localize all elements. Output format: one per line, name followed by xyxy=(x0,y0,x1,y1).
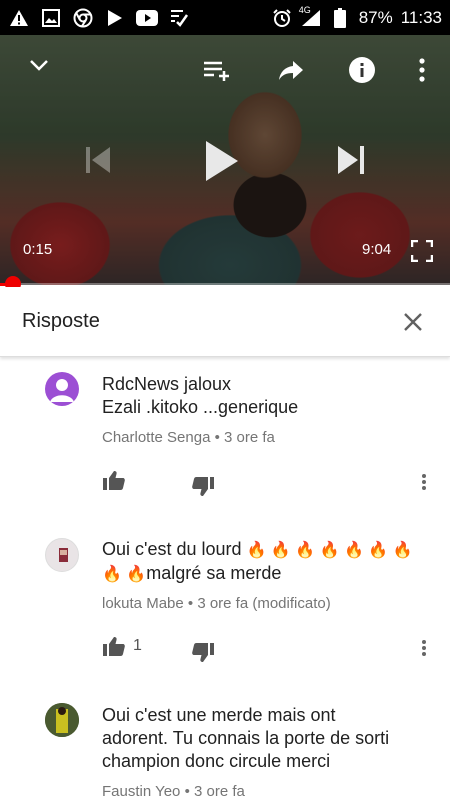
progress-track[interactable] xyxy=(0,283,450,286)
comment-meta: Faustin Yeo • 3 ore fa xyxy=(102,783,245,800)
dislike-icon[interactable] xyxy=(192,477,214,497)
battery-level: 87% xyxy=(358,7,393,27)
comment-meta: lokuta Mabe • 3 ore fa (modificato) xyxy=(102,595,331,612)
comment-time: 3 ore fa xyxy=(224,429,275,446)
comment-author[interactable]: Charlotte Senga xyxy=(102,429,210,446)
warning-icon xyxy=(8,8,30,28)
image-icon xyxy=(40,8,62,28)
comment-time: 3 ore fa xyxy=(194,783,245,800)
comment-more-icon[interactable] xyxy=(418,636,430,660)
comment-time: 3 ore fa (modificato) xyxy=(197,595,331,612)
next-icon[interactable] xyxy=(334,140,368,180)
comment-text: Oui c'est une merde mais ont adorent. Tu… xyxy=(102,705,390,771)
play-store-icon xyxy=(104,8,126,28)
current-time: 0:15 xyxy=(23,241,53,258)
network-type: 4G xyxy=(298,4,311,15)
avatar[interactable] xyxy=(45,703,79,737)
chrome-icon xyxy=(72,8,94,28)
comment-author[interactable]: lokuta Mabe xyxy=(102,595,184,612)
alarm-icon xyxy=(271,8,293,28)
dislike-icon[interactable] xyxy=(192,643,214,663)
like-icon[interactable] xyxy=(103,636,125,656)
check-list-icon xyxy=(168,8,190,28)
replies-header: Risposte xyxy=(0,287,450,357)
comment-meta: Charlotte Senga • 3 ore fa xyxy=(102,429,275,446)
avatar[interactable] xyxy=(45,538,79,572)
clock: 11:33 xyxy=(400,7,442,27)
fire-emoji-icon: 🔥 🔥 🔥 🔥 🔥 🔥 🔥 xyxy=(246,542,413,559)
comment-text: Oui c'est du lourd 🔥 🔥 🔥 🔥 🔥 🔥 🔥 🔥 🔥malg… xyxy=(102,539,413,583)
add-to-playlist-icon[interactable] xyxy=(200,55,234,85)
more-options-icon[interactable] xyxy=(412,56,432,84)
like-count: 1 xyxy=(133,637,142,654)
avatar[interactable] xyxy=(45,372,79,406)
comment-more-icon[interactable] xyxy=(418,470,430,494)
replies-title: Risposte xyxy=(22,310,100,332)
battery-icon xyxy=(329,7,351,28)
share-icon[interactable] xyxy=(274,55,308,85)
like-icon[interactable] xyxy=(103,470,125,490)
status-bar: 4G 87% 11:33 xyxy=(0,0,450,35)
collapse-chevron-icon[interactable] xyxy=(24,50,54,80)
previous-icon[interactable] xyxy=(84,140,114,180)
info-icon[interactable] xyxy=(346,54,378,86)
comment-author[interactable]: Faustin Yeo xyxy=(102,783,180,800)
signal-icon: 4G xyxy=(299,5,321,27)
close-icon[interactable] xyxy=(398,307,428,337)
youtube-icon xyxy=(136,8,158,28)
comment-text: RdcNews jaloux Ezali .kitoko ...generiqu… xyxy=(102,374,299,417)
fullscreen-icon[interactable] xyxy=(408,237,436,265)
duration: 9:04 xyxy=(362,241,392,258)
fire-emoji-icon: 🔥 🔥 xyxy=(102,566,147,583)
play-icon[interactable] xyxy=(200,137,244,185)
